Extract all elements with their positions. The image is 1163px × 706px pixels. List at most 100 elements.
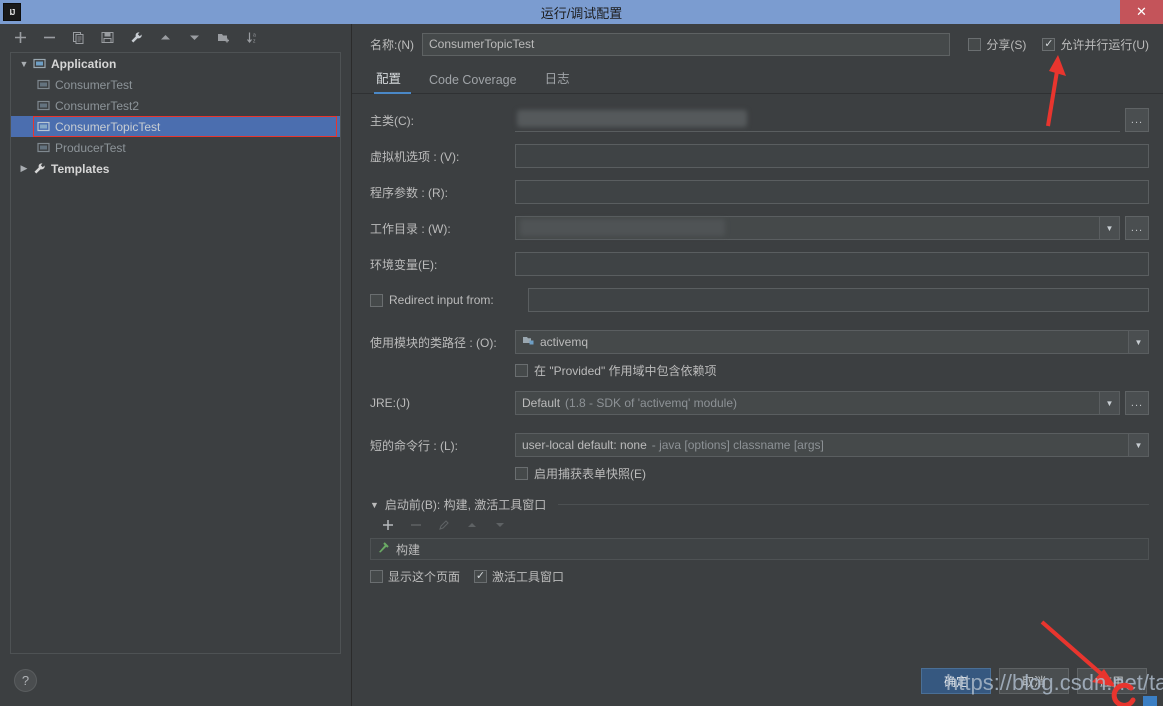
copy-icon[interactable] xyxy=(70,29,87,46)
shorten-command-line-label: 短的命令行 : (L): xyxy=(370,437,515,454)
new-folder-icon[interactable] xyxy=(215,29,232,46)
build-hammer-icon xyxy=(377,541,390,557)
section-divider xyxy=(558,504,1149,505)
move-down-icon[interactable] xyxy=(186,29,203,46)
working-directory-label: 工作目录 : (W): xyxy=(370,220,515,237)
vm-options-input[interactable] xyxy=(515,144,1149,168)
jre-combo[interactable]: Default (1.8 - SDK of 'activemq' module)… xyxy=(515,391,1120,415)
checkbox-box[interactable] xyxy=(515,467,528,480)
cancel-button[interactable]: 取消 xyxy=(999,668,1069,694)
sort-alpha-icon[interactable]: a z xyxy=(244,29,261,46)
tab-bar: 配置 Code Coverage 日志 xyxy=(352,64,1163,94)
capture-snapshot-checkbox[interactable]: 启用捕获表单快照(E) xyxy=(515,465,1149,482)
move-up-icon[interactable] xyxy=(157,29,174,46)
help-button[interactable]: ? xyxy=(14,669,37,692)
jre-label: JRE:(J) xyxy=(370,396,515,410)
chevron-down-icon[interactable]: ▼ xyxy=(1128,331,1148,353)
module-classpath-label: 使用模块的类路径 : (O): xyxy=(370,334,515,351)
chevron-down-icon[interactable]: ▼ xyxy=(1128,434,1148,456)
collapse-twisty-icon[interactable]: ▶ xyxy=(17,163,31,174)
provided-scope-label: 在 "Provided" 作用域中包含依赖项 xyxy=(534,362,717,379)
share-checkbox[interactable]: 分享(S) xyxy=(968,36,1026,53)
show-this-page-checkbox[interactable]: 显示这个页面 xyxy=(370,568,460,585)
move-down-task-icon xyxy=(494,519,506,534)
tree-item-label: ProducerTest xyxy=(55,141,126,155)
redirect-input-field[interactable] xyxy=(528,288,1149,312)
browse-jre-button[interactable]: ... xyxy=(1125,391,1149,415)
vm-options-label: 虚拟机选项 : (V): xyxy=(370,148,515,165)
application-icon xyxy=(31,57,47,70)
before-launch-header: ▼ 启动前(B): 构建, 激活工具窗口 xyxy=(370,496,1149,513)
tree-item-label: ConsumerTopicTest xyxy=(55,120,160,134)
checkbox-box[interactable] xyxy=(370,294,383,307)
help-area: ? xyxy=(0,654,351,706)
checkbox-box[interactable] xyxy=(474,570,487,583)
tree-item-consumertest[interactable]: ConsumerTest xyxy=(11,74,340,95)
redirect-input-row: Redirect input from: xyxy=(370,288,1149,312)
configuration-form: 主类(C): ... 虚拟机选项 : (V): 程序参数 : (R): xyxy=(352,94,1163,656)
tab-logs[interactable]: 日志 xyxy=(531,68,584,93)
before-launch-twisty-icon[interactable]: ▼ xyxy=(370,500,379,510)
checkbox-box[interactable] xyxy=(1042,38,1055,51)
checkbox-box[interactable] xyxy=(968,38,981,51)
tab-configuration[interactable]: 配置 xyxy=(370,68,415,93)
main-class-input[interactable] xyxy=(515,108,1120,132)
tree-item-label: Templates xyxy=(51,162,109,176)
browse-main-class-button[interactable]: ... xyxy=(1125,108,1149,132)
run-config-icon xyxy=(35,78,51,91)
add-task-icon[interactable] xyxy=(382,519,394,534)
wrench-icon[interactable] xyxy=(128,29,145,46)
remove-icon[interactable] xyxy=(41,29,58,46)
working-directory-input[interactable]: ▼ xyxy=(515,216,1120,240)
run-config-icon xyxy=(35,99,51,112)
apply-button[interactable]: 应用 xyxy=(1077,668,1147,694)
close-icon[interactable]: ✕ xyxy=(1120,0,1163,24)
chevron-down-icon[interactable]: ▼ xyxy=(1099,217,1119,239)
name-input[interactable]: ConsumerTopicTest xyxy=(422,33,950,56)
shorten-command-line-value: user-local default: none xyxy=(522,438,647,452)
allow-parallel-run-checkbox[interactable]: 允许并行运行(U) xyxy=(1042,36,1149,53)
chevron-down-icon[interactable]: ▼ xyxy=(1099,392,1119,414)
tree-item-label: Application xyxy=(51,57,116,71)
redirect-input-checkbox[interactable]: Redirect input from: xyxy=(370,293,515,307)
configurations-tree[interactable]: ▼ Application ConsumerTest ConsumerTest2 xyxy=(10,52,341,654)
tree-item-templates[interactable]: ▶ Templates xyxy=(11,158,340,179)
module-classpath-combo[interactable]: activemq ▼ xyxy=(515,330,1149,354)
configurations-panel: a z ▼ Application ConsumerTest xyxy=(0,24,352,706)
save-icon[interactable] xyxy=(99,29,116,46)
remove-task-icon xyxy=(410,519,422,534)
add-icon[interactable] xyxy=(12,29,29,46)
checkbox-box[interactable] xyxy=(515,364,528,377)
shorten-command-line-combo[interactable]: user-local default: none - java [options… xyxy=(515,433,1149,457)
tab-code-coverage[interactable]: Code Coverage xyxy=(415,73,531,93)
program-arguments-row: 程序参数 : (R): xyxy=(370,180,1149,204)
ok-button[interactable]: 确定 xyxy=(921,668,991,694)
tree-item-application[interactable]: ▼ Application xyxy=(11,53,340,74)
browse-working-directory-button[interactable]: ... xyxy=(1125,216,1149,240)
main-class-label: 主类(C): xyxy=(370,112,515,129)
tree-item-label: ConsumerTest xyxy=(55,78,132,92)
dialog-button-bar: 确定 取消 应用 xyxy=(352,656,1163,706)
move-up-task-icon xyxy=(466,519,478,534)
activate-tool-window-checkbox[interactable]: 激活工具窗口 xyxy=(474,568,564,585)
main-class-row: 主类(C): ... xyxy=(370,108,1149,132)
program-arguments-input[interactable] xyxy=(515,180,1149,204)
tree-item-producertest[interactable]: ProducerTest xyxy=(11,137,340,158)
activate-tool-window-label: 激活工具窗口 xyxy=(492,568,564,585)
configuration-editor: 名称:(N) ConsumerTopicTest 分享(S) 允许并行运行(U)… xyxy=(352,24,1163,706)
expand-twisty-icon[interactable]: ▼ xyxy=(17,59,31,69)
module-classpath-value: activemq xyxy=(540,335,588,349)
environment-variables-label: 环境变量(E): xyxy=(370,256,515,273)
provided-scope-checkbox[interactable]: 在 "Provided" 作用域中包含依赖项 xyxy=(515,362,1149,379)
jre-value: Default xyxy=(522,396,560,410)
vm-options-row: 虚拟机选项 : (V): xyxy=(370,144,1149,168)
name-row: 名称:(N) ConsumerTopicTest 分享(S) 允许并行运行(U) xyxy=(352,24,1163,64)
header-checkboxes: 分享(S) 允许并行运行(U) xyxy=(968,36,1149,53)
before-launch-task-list[interactable]: 构建 xyxy=(370,538,1149,560)
title-bar: IJ 运行/调试配置 ✕ xyxy=(0,0,1163,24)
edit-task-icon xyxy=(438,519,450,534)
tree-item-consumertopictest[interactable]: ConsumerTopicTest xyxy=(11,116,340,137)
environment-variables-input[interactable] xyxy=(515,252,1149,276)
tree-item-consumertest2[interactable]: ConsumerTest2 xyxy=(11,95,340,116)
checkbox-box[interactable] xyxy=(370,570,383,583)
